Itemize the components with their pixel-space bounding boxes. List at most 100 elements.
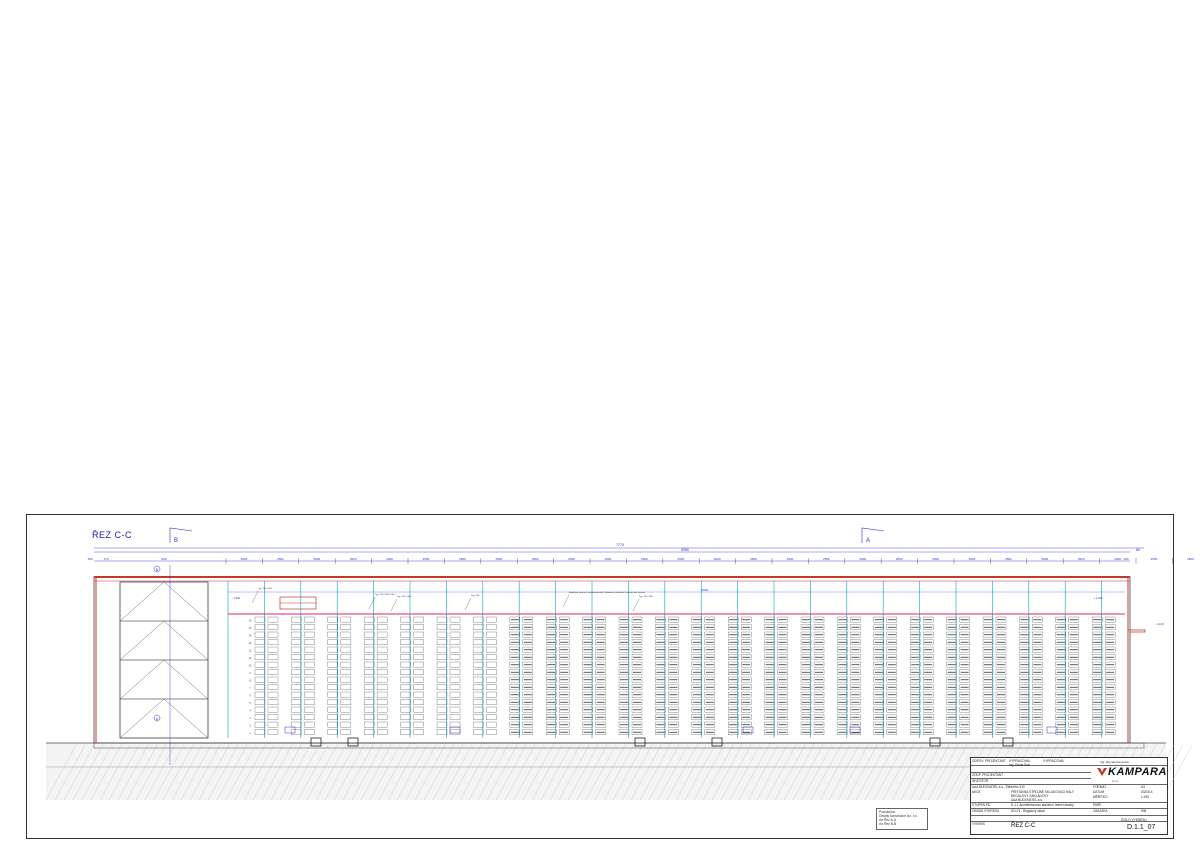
- rack-bin: [254, 646, 266, 653]
- label-zakazka: ZAKÁZKA: [1093, 809, 1108, 813]
- rack-bin: [340, 721, 351, 728]
- value-stupen: D.1.1 Architektonicko stavební řešení st…: [1011, 803, 1074, 807]
- rack-bin: [486, 661, 497, 668]
- rack-bin: [486, 729, 497, 735]
- rack-bin: [267, 691, 279, 698]
- rack-bin: [473, 721, 484, 728]
- dim-bay-text: 2500: [313, 557, 320, 561]
- rack-bin: [449, 624, 461, 630]
- rack-bin: [340, 616, 351, 623]
- rack-bin: [486, 684, 497, 690]
- dim-overall-text: 7775: [616, 543, 624, 547]
- rack-bin: [436, 691, 448, 698]
- machine-base: [284, 726, 296, 734]
- gate-panel: [119, 620, 209, 661]
- rack-bin: [340, 646, 351, 653]
- rack-bin: [486, 676, 497, 683]
- rack-bin: [413, 669, 424, 675]
- rack-bin: [291, 684, 302, 690]
- rack-bin: [473, 654, 484, 660]
- rack-bin: [449, 639, 461, 645]
- rack-bin: [340, 729, 351, 735]
- rack-bin: [436, 676, 448, 683]
- rack-level-number: 9: [249, 672, 251, 675]
- rack-bin: [449, 616, 461, 623]
- rack-bin: [304, 684, 315, 690]
- rack-bin: [377, 691, 388, 698]
- rack-bin: [340, 714, 351, 720]
- rack-bin: [291, 676, 302, 683]
- rack-bin: [304, 676, 315, 683]
- value-obsah: SO-01 - Regálový sklad: [1011, 809, 1045, 813]
- value-akce-3: AAA BUDOVATEL a.s.: [1011, 798, 1043, 802]
- rack-bin: [377, 646, 388, 653]
- rack-bin: [449, 714, 461, 720]
- rack-level-number: 16: [249, 619, 252, 622]
- rack-bin: [436, 646, 448, 653]
- rack-bin: [291, 729, 302, 735]
- rack-bin: [486, 639, 497, 645]
- rack-bin: [267, 654, 279, 660]
- rack-bin: [364, 714, 375, 720]
- rack-bin: [400, 721, 411, 728]
- callout-text: Typ. 200 / 300: [639, 596, 654, 598]
- rack-bin: [486, 631, 497, 638]
- rack-bin: [254, 669, 266, 675]
- gate-panel-diagonal: [119, 581, 209, 622]
- rack-bin: [327, 654, 338, 660]
- rack-bin: [413, 616, 424, 623]
- rack-bin: [304, 639, 315, 645]
- rack-bin: [291, 699, 302, 705]
- rack-bin: [291, 631, 302, 638]
- rack-bin: [400, 654, 411, 660]
- section-title: ŘEZ C-C: [92, 530, 132, 540]
- rack-bin: [436, 684, 448, 690]
- rack-bin: [291, 646, 302, 653]
- rack-bin: [364, 624, 375, 630]
- rack-level-number: 2: [249, 724, 251, 727]
- dim-bay-text: 2500: [241, 557, 248, 561]
- dim-end-text: 80: [1136, 548, 1140, 552]
- rack-bin: [413, 654, 424, 660]
- callout-leader: [562, 594, 570, 608]
- rack-bin: [327, 616, 338, 623]
- rack-level-number: 12: [249, 649, 252, 652]
- rack-bin: [473, 684, 484, 690]
- notes-line-3: viz Řez B-B: [879, 822, 897, 826]
- dim-bay-text: 2500: [750, 557, 757, 561]
- rack-bin: [449, 676, 461, 683]
- rack-bin: [291, 661, 302, 668]
- gate-panel: [119, 659, 209, 700]
- rack-bin: [413, 646, 424, 653]
- rack-bin: [413, 631, 424, 638]
- callout-leader: [632, 598, 640, 612]
- label-meritko: MĚŘÍTKO: [1093, 795, 1108, 799]
- dim-bay-text: 2500: [823, 557, 830, 561]
- rack-bin: [267, 684, 279, 690]
- rack-bin: [486, 714, 497, 720]
- rack-bin: [413, 706, 424, 713]
- rack-bin: [340, 669, 351, 675]
- rack-bin: [340, 624, 351, 630]
- rack-bin: [449, 646, 461, 653]
- rack-bin: [267, 661, 279, 668]
- label-stupen: STUPEŇ PD: [972, 803, 991, 807]
- rack-bin: [473, 616, 484, 623]
- dim-bay-text: 2500: [1078, 557, 1085, 561]
- rack-bin: [327, 691, 338, 698]
- rack-bin: [436, 729, 448, 735]
- rack-bin: [267, 699, 279, 705]
- dim-right-text: 180: [1123, 557, 1128, 561]
- rack-bin: [267, 646, 279, 653]
- rack-bin: [413, 684, 424, 690]
- rack-bin: [377, 714, 388, 720]
- rack-bin: [436, 699, 448, 705]
- rack-bin: [304, 631, 315, 638]
- rack-bin: [400, 714, 411, 720]
- logo-suffix: s.r.o.: [1112, 779, 1119, 783]
- rack-bin: [304, 721, 315, 728]
- rack-bin: [327, 661, 338, 668]
- rack-bin: [254, 676, 266, 683]
- rack-bin: [267, 721, 279, 728]
- dim-bay-text: 2500: [532, 557, 539, 561]
